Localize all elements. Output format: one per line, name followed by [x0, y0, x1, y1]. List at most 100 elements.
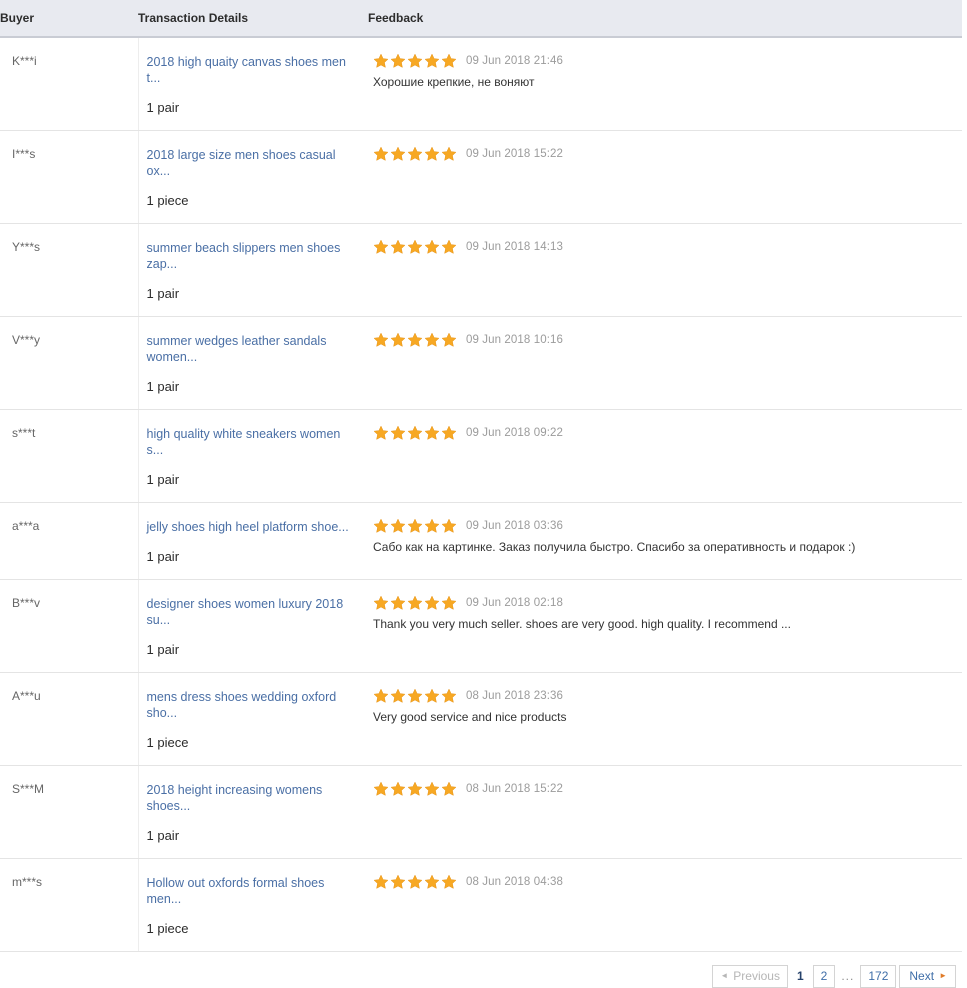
rating-line: 08 Jun 2018 04:38	[373, 874, 954, 890]
feedback-date: 09 Jun 2018 02:18	[466, 597, 563, 609]
star-icon	[390, 425, 406, 440]
feedback-cell: 08 Jun 2018 23:36 Very good service and n…	[368, 672, 962, 766]
product-link[interactable]: summer wedges leather sandals women...	[147, 333, 357, 365]
star-icon	[407, 239, 423, 254]
star-icon	[441, 518, 457, 533]
star-icon	[373, 53, 389, 68]
column-header-transaction-details: Transaction Details	[138, 0, 368, 38]
transaction-details-cell: summer beach slippers men shoes zap... 1 …	[138, 223, 368, 317]
star-icon	[424, 53, 440, 68]
pagination: ◄ Previous 1 2 ... 172 Next ►	[712, 965, 956, 988]
feedback-table: Buyer Transaction Details Feedback K***i…	[0, 0, 962, 952]
feedback-cell: 09 Jun 2018 15:22	[368, 130, 962, 224]
product-link[interactable]: designer shoes women luxury 2018 su...	[147, 596, 357, 628]
table-row: I***s 2018 large size men shoes casual ox…	[0, 130, 962, 224]
star-icon	[373, 425, 389, 440]
pagination-page-2[interactable]: 2	[812, 965, 836, 988]
star-icon	[407, 781, 423, 796]
transaction-details-cell: 2018 height increasing womens shoes... 1 …	[138, 765, 368, 859]
table-row: S***M 2018 height increasing womens shoes…	[0, 765, 962, 859]
quantity-label: 1 pair	[146, 549, 180, 564]
feedback-cell: 09 Jun 2018 21:46 Хорошие крепкие, не вон…	[368, 37, 962, 131]
star-rating	[373, 332, 457, 348]
star-icon	[390, 874, 406, 889]
table-row: K***i 2018 high quaity canvas shoes men t…	[0, 37, 962, 131]
quantity-label: 1 pair	[146, 379, 180, 394]
feedback-date: 09 Jun 2018 21:46	[466, 55, 563, 67]
star-icon	[390, 518, 406, 533]
pagination-container: ◄ Previous 1 2 ... 172 Next ►	[0, 952, 962, 988]
table-row: a***a jelly shoes high heel platform shoe…	[0, 502, 962, 580]
feedback-cell: 09 Jun 2018 03:36 Сабо как на картинке. З…	[368, 502, 962, 580]
product-link[interactable]: 2018 height increasing womens shoes...	[147, 782, 357, 814]
pagination-previous-label: Previous	[733, 969, 780, 983]
quantity-label: 1 piece	[146, 735, 189, 750]
star-rating	[373, 874, 457, 890]
star-icon	[441, 332, 457, 347]
star-icon	[373, 518, 389, 533]
rating-line: 09 Jun 2018 15:22	[373, 146, 954, 162]
buyer-cell: I***s	[0, 130, 139, 224]
feedback-comment: Very good service and nice products	[373, 710, 567, 724]
rating-line: 08 Jun 2018 15:22	[373, 781, 954, 797]
star-icon	[407, 146, 423, 161]
buyer-cell: m***s	[0, 858, 139, 952]
rating-line: 09 Jun 2018 14:13	[373, 239, 954, 255]
star-icon	[441, 53, 457, 68]
rating-line: 09 Jun 2018 03:36	[373, 518, 954, 534]
pagination-next-label: Next	[909, 969, 935, 983]
quantity-label: 1 piece	[146, 921, 189, 936]
feedback-date: 08 Jun 2018 23:36	[466, 690, 563, 702]
star-rating	[373, 53, 457, 69]
star-icon	[390, 781, 406, 796]
star-icon	[441, 874, 457, 889]
star-rating	[373, 688, 457, 704]
product-link[interactable]: Hollow out oxfords formal shoes men...	[147, 875, 357, 907]
feedback-cell: 08 Jun 2018 15:22	[368, 765, 962, 859]
star-icon	[441, 688, 457, 703]
star-icon	[424, 239, 440, 254]
pagination-previous-button[interactable]: ◄ Previous	[712, 965, 788, 988]
pagination-page-1[interactable]: 1	[791, 965, 810, 988]
product-link[interactable]: high quality white sneakers women s...	[147, 426, 357, 458]
transaction-details-cell: mens dress shoes wedding oxford sho... 1 …	[138, 672, 368, 766]
star-icon	[424, 874, 440, 889]
star-icon	[390, 239, 406, 254]
transaction-details-cell: 2018 high quaity canvas shoes men t... 1 …	[138, 37, 368, 131]
table-row: s***t high quality white sneakers women s…	[0, 409, 962, 503]
pagination-last-page[interactable]: 172	[860, 965, 897, 988]
quantity-label: 1 pair	[146, 642, 180, 657]
star-icon	[373, 874, 389, 889]
product-link[interactable]: summer beach slippers men shoes zap...	[147, 240, 357, 272]
star-icon	[373, 239, 389, 254]
product-link[interactable]: mens dress shoes wedding oxford sho...	[147, 689, 357, 721]
star-icon	[424, 146, 440, 161]
feedback-cell: 09 Jun 2018 09:22	[368, 409, 962, 503]
star-rating	[373, 518, 457, 534]
star-icon	[424, 425, 440, 440]
star-icon	[390, 146, 406, 161]
quantity-label: 1 piece	[146, 193, 189, 208]
pagination-next-button[interactable]: Next ►	[899, 965, 956, 988]
pagination-ellipsis: ...	[841, 969, 855, 983]
table-header: Buyer Transaction Details Feedback	[0, 0, 962, 38]
quantity-label: 1 pair	[146, 828, 180, 843]
transaction-details-cell: jelly shoes high heel platform shoe... 1 …	[138, 502, 368, 580]
feedback-date: 08 Jun 2018 04:38	[466, 876, 563, 888]
column-header-feedback: Feedback	[368, 0, 962, 38]
feedback-date: 09 Jun 2018 15:22	[466, 148, 563, 160]
rating-line: 09 Jun 2018 09:22	[373, 425, 954, 441]
feedback-date: 09 Jun 2018 03:36	[466, 520, 563, 532]
product-link[interactable]: jelly shoes high heel platform shoe...	[147, 519, 357, 535]
buyer-cell: a***a	[0, 502, 139, 580]
buyer-cell: B***v	[0, 579, 139, 673]
star-icon	[373, 595, 389, 610]
rating-line: 09 Jun 2018 21:46	[373, 53, 954, 69]
buyer-cell: K***i	[0, 37, 139, 131]
star-icon	[424, 595, 440, 610]
star-icon	[407, 688, 423, 703]
product-link[interactable]: 2018 large size men shoes casual ox...	[147, 147, 357, 179]
table-header-row: Buyer Transaction Details Feedback	[0, 0, 962, 38]
product-link[interactable]: 2018 high quaity canvas shoes men t...	[147, 54, 357, 86]
rating-line: 09 Jun 2018 02:18	[373, 595, 954, 611]
